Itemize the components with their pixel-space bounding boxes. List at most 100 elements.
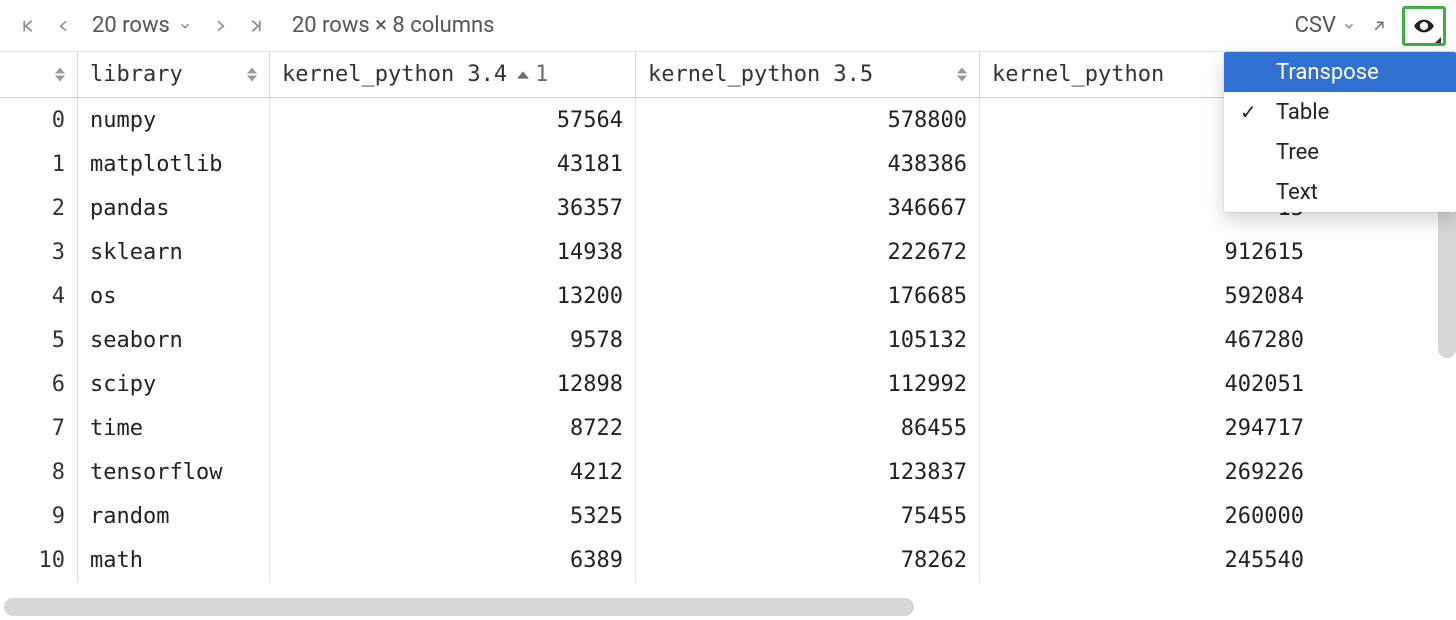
table-row[interactable]: 8tensorflow4212123837269226 <box>0 450 1456 494</box>
column-header-index[interactable] <box>0 52 78 97</box>
cell-library: tensorflow <box>78 450 270 494</box>
row-index-cell: 1 <box>0 142 78 186</box>
column-header-kernel-3-5[interactable]: kernel_python 3.5 <box>636 52 980 97</box>
cell-library: math <box>78 538 270 582</box>
dropdown-indicator-icon <box>1435 37 1441 43</box>
row-index-cell: 10 <box>0 538 78 582</box>
sort-icon <box>55 67 65 82</box>
cell-kernel-3-4: 13200 <box>270 274 636 318</box>
cell-kernel-3-6: 467280 <box>980 318 1316 362</box>
sort-order-number: 1 <box>535 62 548 87</box>
table-row[interactable]: 5seaborn9578105132467280 <box>0 318 1456 362</box>
menu-item-tree[interactable]: Tree <box>1224 132 1456 172</box>
eye-icon <box>1410 15 1438 37</box>
cell-kernel-3-6: 245540 <box>980 538 1316 582</box>
row-index-cell: 4 <box>0 274 78 318</box>
cell-kernel-3-5: 105132 <box>636 318 980 362</box>
table-row[interactable]: 10math638978262245540 <box>0 538 1456 582</box>
rows-label: 20 rows <box>92 13 170 38</box>
row-index-cell: 3 <box>0 230 78 274</box>
row-index-cell: 5 <box>0 318 78 362</box>
next-page-button[interactable] <box>202 8 238 44</box>
cell-kernel-3-5: 86455 <box>636 406 980 450</box>
cell-kernel-3-5: 578800 <box>636 98 980 142</box>
format-label: CSV <box>1295 13 1336 38</box>
cell-library: os <box>78 274 270 318</box>
column-label: kernel_python <box>992 62 1164 87</box>
cell-kernel-3-6: 402051 <box>980 362 1316 406</box>
cell-library: seaborn <box>78 318 270 362</box>
cell-kernel-3-4: 5325 <box>270 494 636 538</box>
cell-kernel-3-4: 8722 <box>270 406 636 450</box>
row-index-cell: 7 <box>0 406 78 450</box>
table-row[interactable]: 9random532575455260000 <box>0 494 1456 538</box>
table-row[interactable]: 7time872286455294717 <box>0 406 1456 450</box>
cell-kernel-3-4: 12898 <box>270 362 636 406</box>
cell-kernel-3-5: 75455 <box>636 494 980 538</box>
row-index-cell: 8 <box>0 450 78 494</box>
cell-kernel-3-4: 4212 <box>270 450 636 494</box>
cell-library: random <box>78 494 270 538</box>
cell-kernel-3-6: 592084 <box>980 274 1316 318</box>
cell-kernel-3-4: 36357 <box>270 186 636 230</box>
cell-kernel-3-5: 112992 <box>636 362 980 406</box>
cell-kernel-3-6: 294717 <box>980 406 1316 450</box>
view-options-button[interactable] <box>1402 6 1446 46</box>
view-options-menu: Transpose ✓ Table Tree Text <box>1224 52 1456 212</box>
cell-kernel-3-4: 9578 <box>270 318 636 362</box>
first-page-button[interactable] <box>10 8 46 44</box>
scrollbar-thumb[interactable] <box>4 598 914 616</box>
menu-item-label: Text <box>1276 180 1318 205</box>
horizontal-scrollbar[interactable] <box>4 598 1444 616</box>
cell-kernel-3-6: 269226 <box>980 450 1316 494</box>
cell-kernel-3-6: 912615 <box>980 230 1316 274</box>
cell-kernel-3-4: 6389 <box>270 538 636 582</box>
check-icon: ✓ <box>1240 100 1257 124</box>
cell-library: numpy <box>78 98 270 142</box>
menu-item-label: Table <box>1276 100 1329 125</box>
format-dropdown[interactable]: CSV <box>1295 13 1356 38</box>
menu-item-text[interactable]: Text <box>1224 172 1456 212</box>
cell-kernel-3-5: 438386 <box>636 142 980 186</box>
prev-page-button[interactable] <box>46 8 82 44</box>
cell-library: sklearn <box>78 230 270 274</box>
cell-kernel-3-6: 260000 <box>980 494 1316 538</box>
column-label: kernel_python 3.4 <box>282 62 507 87</box>
open-external-button[interactable] <box>1370 17 1388 35</box>
row-index-cell: 9 <box>0 494 78 538</box>
sort-icon <box>247 67 257 82</box>
table-dimensions-label: 20 rows × 8 columns <box>292 13 495 38</box>
sort-icon <box>957 67 967 82</box>
chevron-down-icon <box>1342 19 1356 33</box>
row-index-cell: 0 <box>0 98 78 142</box>
last-page-button[interactable] <box>238 8 274 44</box>
cell-kernel-3-5: 123837 <box>636 450 980 494</box>
cell-kernel-3-4: 57564 <box>270 98 636 142</box>
menu-item-transpose[interactable]: Transpose <box>1224 52 1456 92</box>
table-row[interactable]: 6scipy12898112992402051 <box>0 362 1456 406</box>
cell-library: matplotlib <box>78 142 270 186</box>
column-header-library[interactable]: library <box>78 52 270 97</box>
cell-kernel-3-5: 222672 <box>636 230 980 274</box>
toolbar: 20 rows 20 rows × 8 columns CSV <box>0 0 1456 52</box>
menu-item-table[interactable]: ✓ Table <box>1224 92 1456 132</box>
chevron-down-icon <box>178 19 192 33</box>
row-index-cell: 2 <box>0 186 78 230</box>
column-label: kernel_python 3.5 <box>648 62 873 87</box>
cell-library: scipy <box>78 362 270 406</box>
table-row[interactable]: 4os13200176685592084 <box>0 274 1456 318</box>
rows-per-page-selector[interactable]: 20 rows <box>82 13 202 38</box>
menu-item-label: Transpose <box>1276 60 1379 85</box>
menu-item-label: Tree <box>1276 140 1319 165</box>
cell-kernel-3-4: 14938 <box>270 230 636 274</box>
column-header-kernel-3-4[interactable]: kernel_python 3.4 1 <box>270 52 636 97</box>
column-label: library <box>90 62 183 87</box>
table-row[interactable]: 3sklearn14938222672912615 <box>0 230 1456 274</box>
sort-ascending-indicator: 1 <box>517 62 548 87</box>
cell-kernel-3-5: 78262 <box>636 538 980 582</box>
row-index-cell: 6 <box>0 362 78 406</box>
cell-kernel-3-5: 346667 <box>636 186 980 230</box>
cell-library: time <box>78 406 270 450</box>
cell-kernel-3-5: 176685 <box>636 274 980 318</box>
cell-kernel-3-4: 43181 <box>270 142 636 186</box>
